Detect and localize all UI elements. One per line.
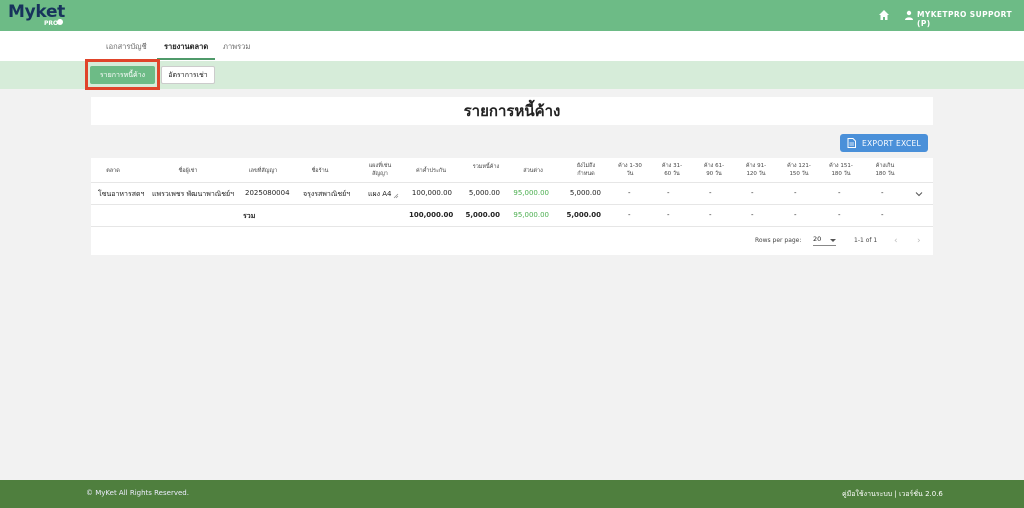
- export-excel-label: EXPORT EXCEL: [861, 138, 922, 148]
- user-menu[interactable]: MYKETPRO SUPPORT (P): [917, 10, 1024, 28]
- cell-market: โซนอาหารสดฯ: [98, 190, 145, 198]
- brand-sub: PRO: [44, 20, 59, 27]
- col-header-d121-150-line1: ค้าง 121-: [787, 163, 811, 169]
- cell-total-d180p: -: [881, 211, 884, 219]
- file-icon: [847, 138, 856, 148]
- col-header-d31-60-line2: 60 วัน: [664, 171, 680, 177]
- highlight-annotation: [85, 59, 160, 90]
- cell-total-d31-60: -: [667, 211, 670, 219]
- col-header-not-due-line1: ยังไม่ถึง: [576, 163, 596, 169]
- cell-d91-120: -: [751, 189, 754, 197]
- col-header-d180p-line1: ค้างเกิน: [875, 163, 895, 169]
- top-bar: Myket PRO MYKETPRO SUPPORT (P): [0, 0, 1024, 31]
- cell-total-d151-180: -: [838, 211, 841, 219]
- cell-stall: แผง A4: [368, 190, 392, 198]
- cell-total-debt: 5,000.00: [468, 189, 500, 197]
- rows-per-page-label: Rows per page:: [755, 237, 802, 244]
- col-header-not-due: ยังไม่ถึง กำหนด: [569, 162, 603, 178]
- col-header-d61-90-line1: ค้าง 61-: [703, 163, 725, 169]
- col-header-contract: เลขที่สัญญา: [248, 168, 278, 174]
- resize-icon: [393, 193, 399, 199]
- col-header-d31-60: ค้าง 31- 60 วัน: [655, 162, 689, 178]
- tabs-bar: เอกสารบัญชี รายงานตลาด ภาพรวม: [0, 31, 1024, 61]
- col-header-d151-180-line2: 180 วัน: [831, 171, 851, 177]
- col-header-d180p: ค้างเกิน 180 วัน: [867, 162, 903, 178]
- pagination-range: 1-1 of 1: [854, 237, 878, 244]
- cell-total-d121-150: -: [794, 211, 797, 219]
- prev-page-button[interactable]: ‹: [894, 236, 898, 246]
- copyright: © MyKet All Rights Reserved.: [86, 489, 189, 497]
- cell-contract: 2025080004: [245, 189, 290, 197]
- col-header-d1-30-line2: วัน: [626, 171, 634, 177]
- cell-d121-150: -: [794, 189, 797, 197]
- cell-total-label: รวม: [243, 212, 256, 220]
- row-separator: [91, 204, 933, 205]
- next-page-button[interactable]: ›: [917, 236, 921, 246]
- cell-d180p: -: [881, 189, 884, 197]
- cell-deposit: 100,000.00: [411, 189, 452, 197]
- cell-not-due: 5,000.00: [569, 189, 601, 197]
- debt-table: ตลาด ชื่อผู้เช่า เลขที่สัญญา ชื่อร้าน แผ…: [91, 158, 933, 255]
- col-header-tenant: ชื่อผู้เช่า: [178, 168, 198, 174]
- cell-total-d61-90: -: [709, 211, 712, 219]
- total-separator: [91, 226, 933, 227]
- tab-overview[interactable]: ภาพรวม: [223, 41, 250, 53]
- col-header-d91-120-line1: ค้าง 91-: [745, 163, 767, 169]
- export-excel-button[interactable]: EXPORT EXCEL: [840, 134, 928, 152]
- col-header-d180p-line2: 180 วัน: [875, 171, 895, 177]
- cell-shop: จรุงรสพาณิชย์ฯ: [303, 190, 351, 198]
- cell-diff: 95,000.00: [513, 189, 549, 197]
- col-header-deposit: ค่าค้ำประกัน: [415, 168, 447, 174]
- caret-down-icon: [830, 239, 836, 242]
- col-header-d151-180: ค้าง 151- 180 วัน: [823, 162, 859, 178]
- col-header-d31-60-line1: ค้าง 31-: [661, 163, 683, 169]
- cell-total-d91-120: -: [751, 211, 754, 219]
- cell-d1-30: -: [628, 189, 631, 197]
- col-header-stall-line2: สัญญา: [372, 171, 388, 177]
- cell-total-debt-sum: 5,000.00: [465, 211, 500, 219]
- col-header-d91-120-line2: 120 วัน: [746, 171, 766, 177]
- header-separator: [91, 182, 933, 183]
- col-header-d91-120: ค้าง 91- 120 วัน: [739, 162, 773, 178]
- user-icon[interactable]: [904, 10, 914, 20]
- col-header-total-debt: รวมหนี้ค้าง: [472, 164, 500, 170]
- title-card: รายการหนี้ค้าง: [91, 97, 933, 125]
- cell-total-diff: 95,000.00: [513, 211, 549, 219]
- col-header-d151-180-line1: ค้าง 151-: [829, 163, 853, 169]
- home-icon[interactable]: [878, 9, 890, 21]
- page-title: รายการหนี้ค้าง: [463, 102, 561, 120]
- col-header-diff: ส่วนต่าง: [523, 168, 543, 174]
- col-header-d1-30: ค้าง 1-30 วัน: [613, 162, 647, 178]
- col-header-d121-150-line2: 150 วัน: [789, 171, 809, 177]
- col-header-d61-90: ค้าง 61- 90 วัน: [697, 162, 731, 178]
- brand-logo[interactable]: Myket: [8, 2, 65, 22]
- active-tab-indicator: [157, 58, 215, 60]
- cell-total-d1-30: -: [628, 211, 631, 219]
- col-header-d61-90-line2: 90 วัน: [706, 171, 722, 177]
- tab-accounting-docs[interactable]: เอกสารบัญชี: [106, 41, 147, 53]
- chevron-down-icon[interactable]: [915, 191, 923, 197]
- cell-d61-90: -: [709, 189, 712, 197]
- col-header-d1-30-line1: ค้าง 1-30: [618, 163, 642, 169]
- tab-market-report[interactable]: รายงานตลาด: [164, 41, 208, 53]
- cell-d31-60: -: [667, 189, 670, 197]
- col-header-not-due-line2: กำหนด: [577, 171, 595, 177]
- footer: © MyKet All Rights Reserved. คู่มือใช้งา…: [0, 480, 1024, 508]
- rows-per-page-value: 20: [813, 235, 822, 243]
- col-header-market: ตลาด: [106, 168, 120, 174]
- subtab-occupancy-rate[interactable]: อัตราการเช่า: [161, 66, 215, 84]
- cell-d151-180: -: [838, 189, 841, 197]
- cell-total-deposit: 100,000.00: [409, 211, 454, 219]
- col-header-stall-line1: แผงที่เช่น: [368, 163, 392, 169]
- cell-tenant: แพรวเพชร พัฒนาพาณิชย์ฯ: [152, 190, 235, 198]
- col-header-stall: แผงที่เช่น สัญญา: [365, 162, 395, 178]
- cell-total-not-due: 5,000.00: [566, 211, 601, 219]
- col-header-d121-150: ค้าง 121- 150 วัน: [781, 162, 817, 178]
- col-header-shop: ชื่อร้าน: [311, 168, 329, 174]
- footer-manual-version[interactable]: คู่มือใช้งานระบบ | เวอร์ชั่น 2.0.6: [842, 489, 943, 500]
- brand-dot: [57, 19, 63, 25]
